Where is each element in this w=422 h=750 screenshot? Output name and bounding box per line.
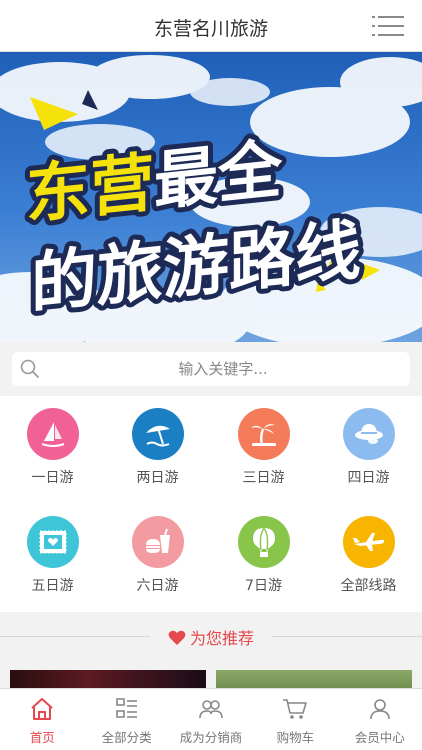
category-label: 一日游 — [31, 470, 74, 486]
windsurf-icon — [26, 408, 79, 460]
category-grid: 一日游 两日游 三日游 四日游 五日游 六日游 7日游 全部线路 — [0, 396, 422, 612]
category-three-day[interactable]: 三日游 — [211, 408, 316, 487]
distributor-icon — [199, 700, 223, 719]
promo-banner[interactable]: 东营最全 东营最全 的旅游路线 的旅游路线 — [0, 52, 422, 342]
category-label: 四日游 — [347, 470, 390, 486]
search-box[interactable] — [12, 352, 410, 386]
user-icon — [369, 699, 390, 720]
home-icon — [31, 698, 53, 720]
category-one-day[interactable]: 一日游 — [0, 408, 105, 487]
banner-graphic: 东营最全 东营最全 的旅游路线 的旅游路线 — [0, 52, 422, 342]
category-seven-day[interactable]: 7日游 — [211, 516, 316, 595]
shopping-cart-icon — [283, 699, 308, 719]
category-five-day[interactable]: 五日游 — [0, 516, 105, 595]
category-all-routes[interactable]: 全部线路 — [316, 516, 421, 595]
recommend-title: 为您推荐 — [0, 625, 422, 649]
tab-distributor[interactable]: 成为分销商 — [169, 689, 253, 750]
tab-categories[interactable]: 全部分类 — [84, 689, 168, 750]
beach-umbrella-icon — [131, 408, 184, 460]
tab-member-center[interactable]: 会员中心 — [338, 689, 422, 750]
app-title: 东营名川旅游 — [153, 18, 268, 40]
food-drink-icon — [131, 516, 184, 568]
airplane-icon — [342, 516, 395, 568]
recommend-header: 为您推荐 — [0, 622, 422, 650]
tab-cart[interactable]: 购物车 — [253, 689, 337, 750]
tab-home[interactable]: 首页 — [0, 689, 84, 750]
category-label: 7日游 — [245, 578, 282, 594]
sun-hat-icon — [342, 408, 395, 460]
search-input[interactable] — [12, 352, 410, 386]
heart-icon — [168, 630, 186, 645]
category-four-day[interactable]: 四日游 — [316, 408, 421, 487]
hot-air-balloon-icon — [237, 516, 290, 568]
category-label: 全部线路 — [340, 578, 397, 594]
category-two-day[interactable]: 两日游 — [105, 408, 210, 487]
category-label: 两日游 — [136, 470, 179, 486]
top-bar: 东营名川旅游 — [0, 0, 422, 52]
category-label: 三日游 — [242, 470, 285, 486]
bottom-tab-bar: 首页 全部分类 成为分销商 购物车 会员中心 — [0, 688, 422, 750]
category-list-icon — [115, 698, 137, 718]
palm-tree-icon — [237, 408, 290, 460]
category-label: 六日游 — [136, 578, 179, 594]
search-area — [0, 342, 422, 396]
hamburger-menu-icon[interactable] — [372, 15, 404, 37]
stamp-icon — [26, 516, 79, 568]
category-label: 五日游 — [31, 578, 74, 594]
category-six-day[interactable]: 六日游 — [105, 516, 210, 595]
